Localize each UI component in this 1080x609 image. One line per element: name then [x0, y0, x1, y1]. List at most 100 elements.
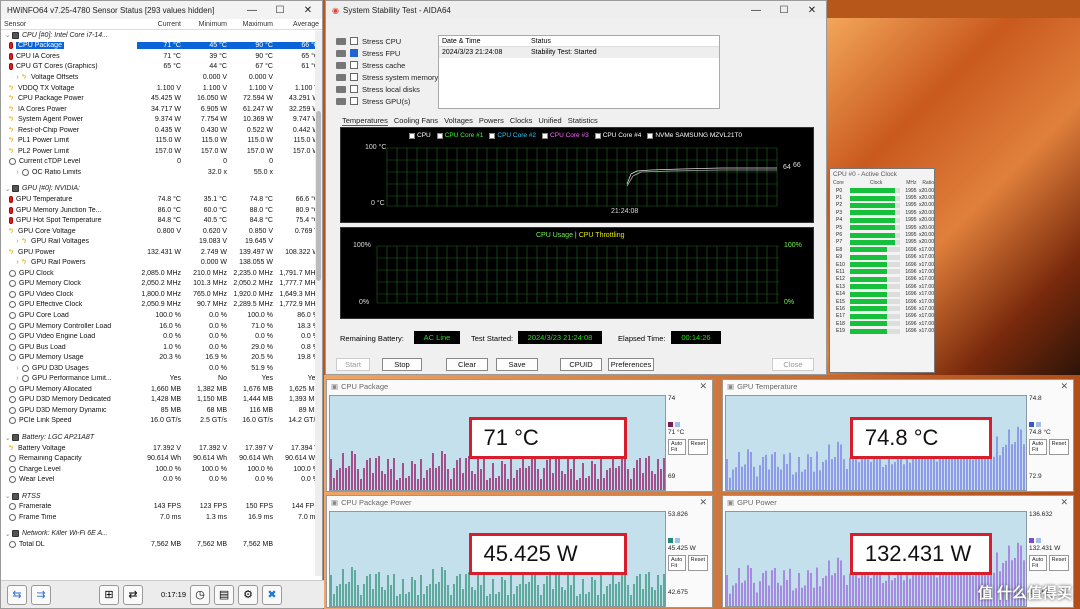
nav-forward-icon[interactable]: ⇉ [31, 584, 51, 605]
sensor-row[interactable]: Remaining Capacity 90.614 Wh 90.614 Wh 90.6… [1, 453, 322, 464]
sensor-row[interactable]: ϟ GPU Core Voltage 0.800 V 0.620 V 0.850 V 0.… [1, 226, 322, 237]
expand-icon[interactable]: › [13, 169, 22, 176]
sensor-row[interactable]: GPU Memory Usage 20.3 % 16.9 % 20.5 % 19.8 % [1, 352, 322, 363]
settings-icon[interactable]: ⚙ [238, 584, 259, 605]
save-button[interactable]: Save [496, 358, 538, 371]
stress-option[interactable]: Stress cache [336, 59, 438, 71]
close-button[interactable]: Close [772, 358, 814, 371]
start-button[interactable]: Start [336, 358, 370, 371]
sensor-row[interactable]: Total DL 7,562 MB 7,562 MB 7,562 MB [1, 539, 322, 550]
sensor-row[interactable]: GPU Video Clock 1,800.0 MHz 765.0 MHz 1,920… [1, 289, 322, 300]
sensor-row[interactable]: ϟ System Agent Power 9.374 W 7.754 W 10.369 … [1, 114, 322, 125]
stress-checkbox[interactable] [350, 49, 358, 57]
sensor-row[interactable]: CPU IA Cores 71 °C 39 °C 90 °C 65 °C [1, 51, 322, 62]
stop-button[interactable]: Stop [382, 358, 422, 371]
stress-option[interactable]: Stress local disks [336, 83, 438, 95]
sensor-row[interactable]: CPU Package 71 °C 45 °C 90 °C 66 °C [1, 41, 322, 52]
tab-clocks[interactable]: Clocks [510, 116, 533, 126]
nav-back-icon[interactable]: ⇆ [7, 584, 27, 605]
stress-checkbox[interactable] [350, 85, 358, 93]
sensor-row[interactable]: GPU D3D Memory Dedicated 1,428 MB 1,150 MB… [1, 395, 322, 406]
auto-fit-button[interactable]: Auto Fit [668, 555, 686, 571]
stress-option[interactable]: Stress FPU [336, 47, 438, 59]
maximize-icon[interactable]: ☐ [266, 5, 294, 16]
sensor-row[interactable]: GPU Hot Spot Temperature 84.8 °C 40.5 °C 84… [1, 215, 322, 226]
col-sensor[interactable]: Sensor [1, 21, 137, 28]
sensor-row[interactable]: ϟ Battery Voltage 17.392 V 17.392 V 17.397 V… [1, 443, 322, 454]
sensor-row[interactable]: GPU Memory Allocated 1,660 MB 1,382 MB 1,67… [1, 384, 322, 395]
sensor-row[interactable]: ϟ GPU Power 132.431 W 2.749 W 139.497 W 108.3… [1, 247, 322, 258]
minimize-icon[interactable]: — [742, 5, 770, 16]
sensor-row[interactable]: PCIe Link Speed 16.0 GT/s 2.5 GT/s 16.0 GT/… [1, 416, 322, 427]
tab-powers[interactable]: Powers [479, 116, 504, 126]
sensor-row[interactable]: Charge Level 100.0 % 100.0 % 100.0 % 100.0 % [1, 464, 322, 475]
close-icon[interactable]: ✕ [699, 381, 707, 392]
close-sensors-icon[interactable]: ✖ [262, 584, 283, 605]
sensor-group[interactable]: ⌄ CPU [#0]: Intel Core i7-14... [1, 30, 322, 41]
sensor-row[interactable]: ϟ CPU Package Power 45.425 W 16.050 W 72.594… [1, 93, 322, 104]
maximize-icon[interactable]: ☐ [770, 5, 798, 16]
expand-icon[interactable]: › [13, 238, 22, 245]
sensor-row[interactable]: GPU Clock 2,085.0 MHz 210.0 MHz 2,235.0 MHz… [1, 268, 322, 279]
sensor-row[interactable]: › GPU D3D Usages 0.0 % 51.9 % [1, 363, 322, 374]
tab-cooling-fans[interactable]: Cooling Fans [394, 116, 438, 126]
collapse-icon[interactable]: ⌄ [3, 185, 12, 193]
sensor-row[interactable]: › ϟ Voltage Offsets 0.000 V 0.000 V [1, 72, 322, 83]
stress-checkbox[interactable] [350, 97, 358, 105]
tab-voltages[interactable]: Voltages [444, 116, 473, 126]
reset-button[interactable]: Reset [1048, 439, 1069, 455]
sensor-row[interactable]: GPU Core Load 100.0 % 0.0 % 100.0 % 86.0 % [1, 310, 322, 321]
sensor-row[interactable]: › OC Ratio Limits 32.0 x 55.0 x [1, 167, 322, 178]
col-maximum[interactable]: Maximum [229, 21, 275, 28]
sensor-row[interactable]: GPU Bus Load 1.0 % 0.0 % 29.0 % 0.8 % [1, 342, 322, 353]
sensor-group[interactable]: ⌄ GPU [#0]: NVIDIA: [1, 184, 322, 195]
sensor-row[interactable]: GPU D3D Memory Dynamic 85 MB 68 MB 116 MB 89… [1, 405, 322, 416]
network-icon[interactable]: ⊞ [99, 584, 119, 605]
reset-button[interactable]: Reset [687, 555, 708, 571]
clear-button[interactable]: Clear [446, 358, 488, 371]
expand-icon[interactable]: › [13, 375, 22, 382]
sensor-row[interactable]: GPU Memory Clock 2,050.2 MHz 101.3 MHz 2,05… [1, 279, 322, 290]
stress-option[interactable]: Stress system memory [336, 71, 438, 83]
sensor-row[interactable]: GPU Temperature 74.8 °C 35.1 °C 74.8 °C 66.6… [1, 194, 322, 205]
stress-option[interactable]: Stress GPU(s) [336, 95, 438, 107]
sensor-row[interactable]: GPU Effective Clock 2,050.9 MHz 90.7 MHz 2,… [1, 300, 322, 311]
stress-checkbox[interactable] [350, 61, 358, 69]
sensor-row[interactable]: ϟ IA Cores Power 34.717 W 6.905 W 61.247 W 32… [1, 104, 322, 115]
close-icon[interactable]: ✕ [699, 497, 707, 508]
sensor-group[interactable]: ⌄ Battery: LGC AP21A8T [1, 432, 322, 443]
sensor-row[interactable]: › GPU Performance Limit... Yes No Yes Yes [1, 374, 322, 385]
expand-icon[interactable]: › [13, 259, 22, 266]
sensor-row[interactable]: › ϟ GPU Rail Powers 0.000 W 138.055 W [1, 257, 322, 268]
col-minimum[interactable]: Minimum [183, 21, 229, 28]
collapse-icon[interactable]: ⌄ [3, 492, 12, 500]
clock-icon[interactable]: ◷ [190, 584, 211, 605]
sensor-group[interactable]: ⌄ Network: Killer Wi-Fi 6E A... [1, 529, 322, 540]
close-icon[interactable]: ✕ [1060, 497, 1068, 508]
sensor-row[interactable]: ϟ PL2 Power Limit 157.0 W 157.0 W 157.0 W 157… [1, 146, 322, 157]
cpuid-button[interactable]: CPUID [560, 358, 602, 371]
expand-icon[interactable]: › [13, 74, 22, 81]
minimize-icon[interactable]: — [238, 5, 266, 16]
sync-icon[interactable]: ⇄ [123, 584, 143, 605]
stress-option[interactable]: Stress CPU [336, 35, 438, 47]
reset-button[interactable]: Reset [687, 439, 708, 455]
close-icon[interactable]: ✕ [1060, 381, 1068, 392]
sensor-row[interactable]: ϟ PL1 Power Limit 115.0 W 115.0 W 115.0 W 115… [1, 135, 322, 146]
sensor-row[interactable]: Framerate 143 FPS 123 FPS 150 FPS 144 FPS [1, 502, 322, 513]
sensor-row[interactable]: GPU Memory Junction Te... 86.0 °C 60.0 °C 8… [1, 205, 322, 216]
sensor-scrollbar[interactable] [315, 31, 322, 576]
close-icon[interactable]: ✕ [798, 5, 826, 16]
collapse-icon[interactable]: ⌄ [3, 434, 12, 442]
auto-fit-button[interactable]: Auto Fit [668, 439, 686, 455]
report-icon[interactable]: ▤ [214, 584, 235, 605]
stress-checkbox[interactable] [350, 73, 358, 81]
tab-temperatures[interactable]: Temperatures [342, 116, 388, 126]
collapse-icon[interactable]: ⌄ [3, 530, 12, 538]
tab-unified[interactable]: Unified [538, 116, 561, 126]
auto-fit-button[interactable]: Auto Fit [1029, 555, 1047, 571]
stress-checkbox[interactable] [350, 37, 358, 45]
sensor-row[interactable]: Wear Level 0.0 % 0.0 % 0.0 % 0.0 % [1, 474, 322, 485]
sensor-row[interactable]: GPU Memory Controller Load 16.0 % 0.0 % 71.… [1, 321, 322, 332]
sensor-row[interactable]: ϟ Rest-of-Chip Power 0.435 W 0.430 W 0.522 W… [1, 125, 322, 136]
